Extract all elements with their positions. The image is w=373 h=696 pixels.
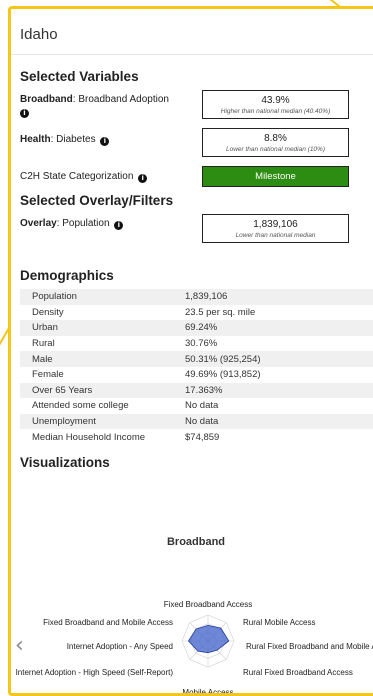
demographics-label: Rural [32, 338, 55, 350]
demographics-table: Population 1,839,106 Density 23.5 per sq. m… [20, 289, 373, 445]
demographics-value: No data [185, 413, 373, 430]
radar-axis-label: Internet Adoption - Any Speed [67, 642, 173, 651]
overlay-variable-name: Overlay [20, 218, 57, 229]
radar-data-shape [187, 624, 230, 654]
panel-title: Idaho [11, 9, 373, 55]
demographics-value: 50.31% (925,254) [185, 351, 373, 367]
demographics-value: $74,859 [185, 431, 220, 443]
broadband-comparison: Higher than national median (40.40%) [220, 108, 331, 115]
health-variable-detail: : Diabetes [50, 134, 96, 145]
demographics-row: Population 1,839,106 [20, 289, 373, 305]
info-icon[interactable]: i [20, 109, 29, 118]
demographics-row: Rural 30.76% [20, 336, 373, 352]
demographics-label: Attended some college [32, 400, 129, 412]
demographics-row: Median Household Income $74,859 [20, 429, 373, 445]
health-comparison: Lower than national median (10%) [225, 146, 325, 153]
demographics-label: Median Household Income [32, 431, 146, 443]
demographics-row: Attended some college No data [20, 398, 373, 414]
radar-chart-svg: Fixed Broadband Access Rural Mobile Acces… [16, 600, 373, 696]
demographics-label: Over 65 Years [20, 382, 185, 399]
c2h-label-text: C2H State Categorization [20, 171, 134, 182]
demographics-value: 69.24% [185, 320, 373, 336]
c2h-category-badge: Milestone [202, 166, 349, 187]
radar-axis-label: Internet Adoption - High Speed (Self-Rep… [16, 668, 174, 677]
demographics-value: 1,839,106 [185, 289, 373, 305]
demographics-label: Density [32, 306, 64, 318]
demographics-row: Density 23.5 per sq. mile [20, 305, 373, 321]
selected-variables-heading: Selected Variables [20, 69, 139, 84]
demographics-label: Male [20, 351, 185, 367]
overlay-value: 1,839,106 [253, 219, 298, 230]
broadband-variable-label: Broadband: Broadband Adoption i [20, 94, 195, 118]
demographics-heading: Demographics [20, 268, 114, 283]
radar-axis-label: Rural Mobile Access [243, 618, 315, 627]
demographics-label: Female [32, 369, 64, 381]
broadband-value-box: 43.9% Higher than national median (40.40… [202, 90, 349, 119]
visualizations-heading: Visualizations [20, 454, 110, 470]
health-value-box: 8.8% Lower than national median (10%) [202, 128, 349, 157]
broadband-value: 43.9% [261, 95, 290, 106]
radar-chart: Broadband ‹ Fixed Broadband Access Rural … [11, 515, 373, 696]
overlay-variable-detail: : Population [56, 218, 110, 229]
overlay-comparison: Lower than national median [235, 232, 316, 239]
radar-axis-label: Fixed Broadband Access [164, 600, 253, 609]
overlay-filters-heading: Selected Overlay/Filters [20, 193, 174, 208]
demographics-row: Male 50.31% (925,254) [20, 351, 373, 367]
demographics-value: 30.76% [185, 338, 218, 350]
radar-axis-label: Fixed Broadband and Mobile Access [43, 618, 173, 627]
state-info-panel: Idaho Selected Variables Broadband: Broa… [8, 6, 373, 696]
demographics-row: Urban 69.24% [20, 320, 373, 336]
radar-axis-label: Rural Fixed Broadband Access [243, 668, 353, 677]
demographics-value: 49.69% (913,852) [185, 369, 261, 381]
demographics-row: Over 65 Years 17.363% [20, 382, 373, 399]
demographics-row: Unemployment No data [20, 413, 373, 430]
demographics-value: 17.363% [185, 382, 373, 399]
overlay-variable-label: Overlay: Population i [20, 218, 124, 230]
health-variable-name: Health [20, 134, 51, 145]
demographics-label: Unemployment [20, 413, 185, 430]
info-icon[interactable]: i [100, 137, 110, 146]
demographics-row: Female 49.69% (913,852) [20, 367, 373, 383]
health-value: 8.8% [264, 133, 287, 144]
demographics-value: 23.5 per sq. mile [185, 306, 256, 318]
info-icon[interactable]: i [114, 221, 124, 230]
demographics-label: Population [20, 289, 185, 305]
c2h-label: C2H State Categorization i [20, 171, 148, 183]
demographics-label: Urban [20, 320, 185, 336]
overlay-value-box: 1,839,106 Lower than national median [202, 214, 349, 243]
broadband-variable-name: Broadband [20, 94, 73, 105]
demographics-value: No data [185, 400, 219, 412]
health-variable-label: Health: Diabetes i [20, 134, 110, 146]
info-icon[interactable]: i [138, 174, 148, 183]
broadband-variable-detail: : Broadband Adoption [72, 94, 169, 105]
radar-axis-label: Mobile Access [182, 688, 233, 696]
radar-axis-label: Rural Fixed Broadband and Mobile Access [246, 642, 373, 651]
